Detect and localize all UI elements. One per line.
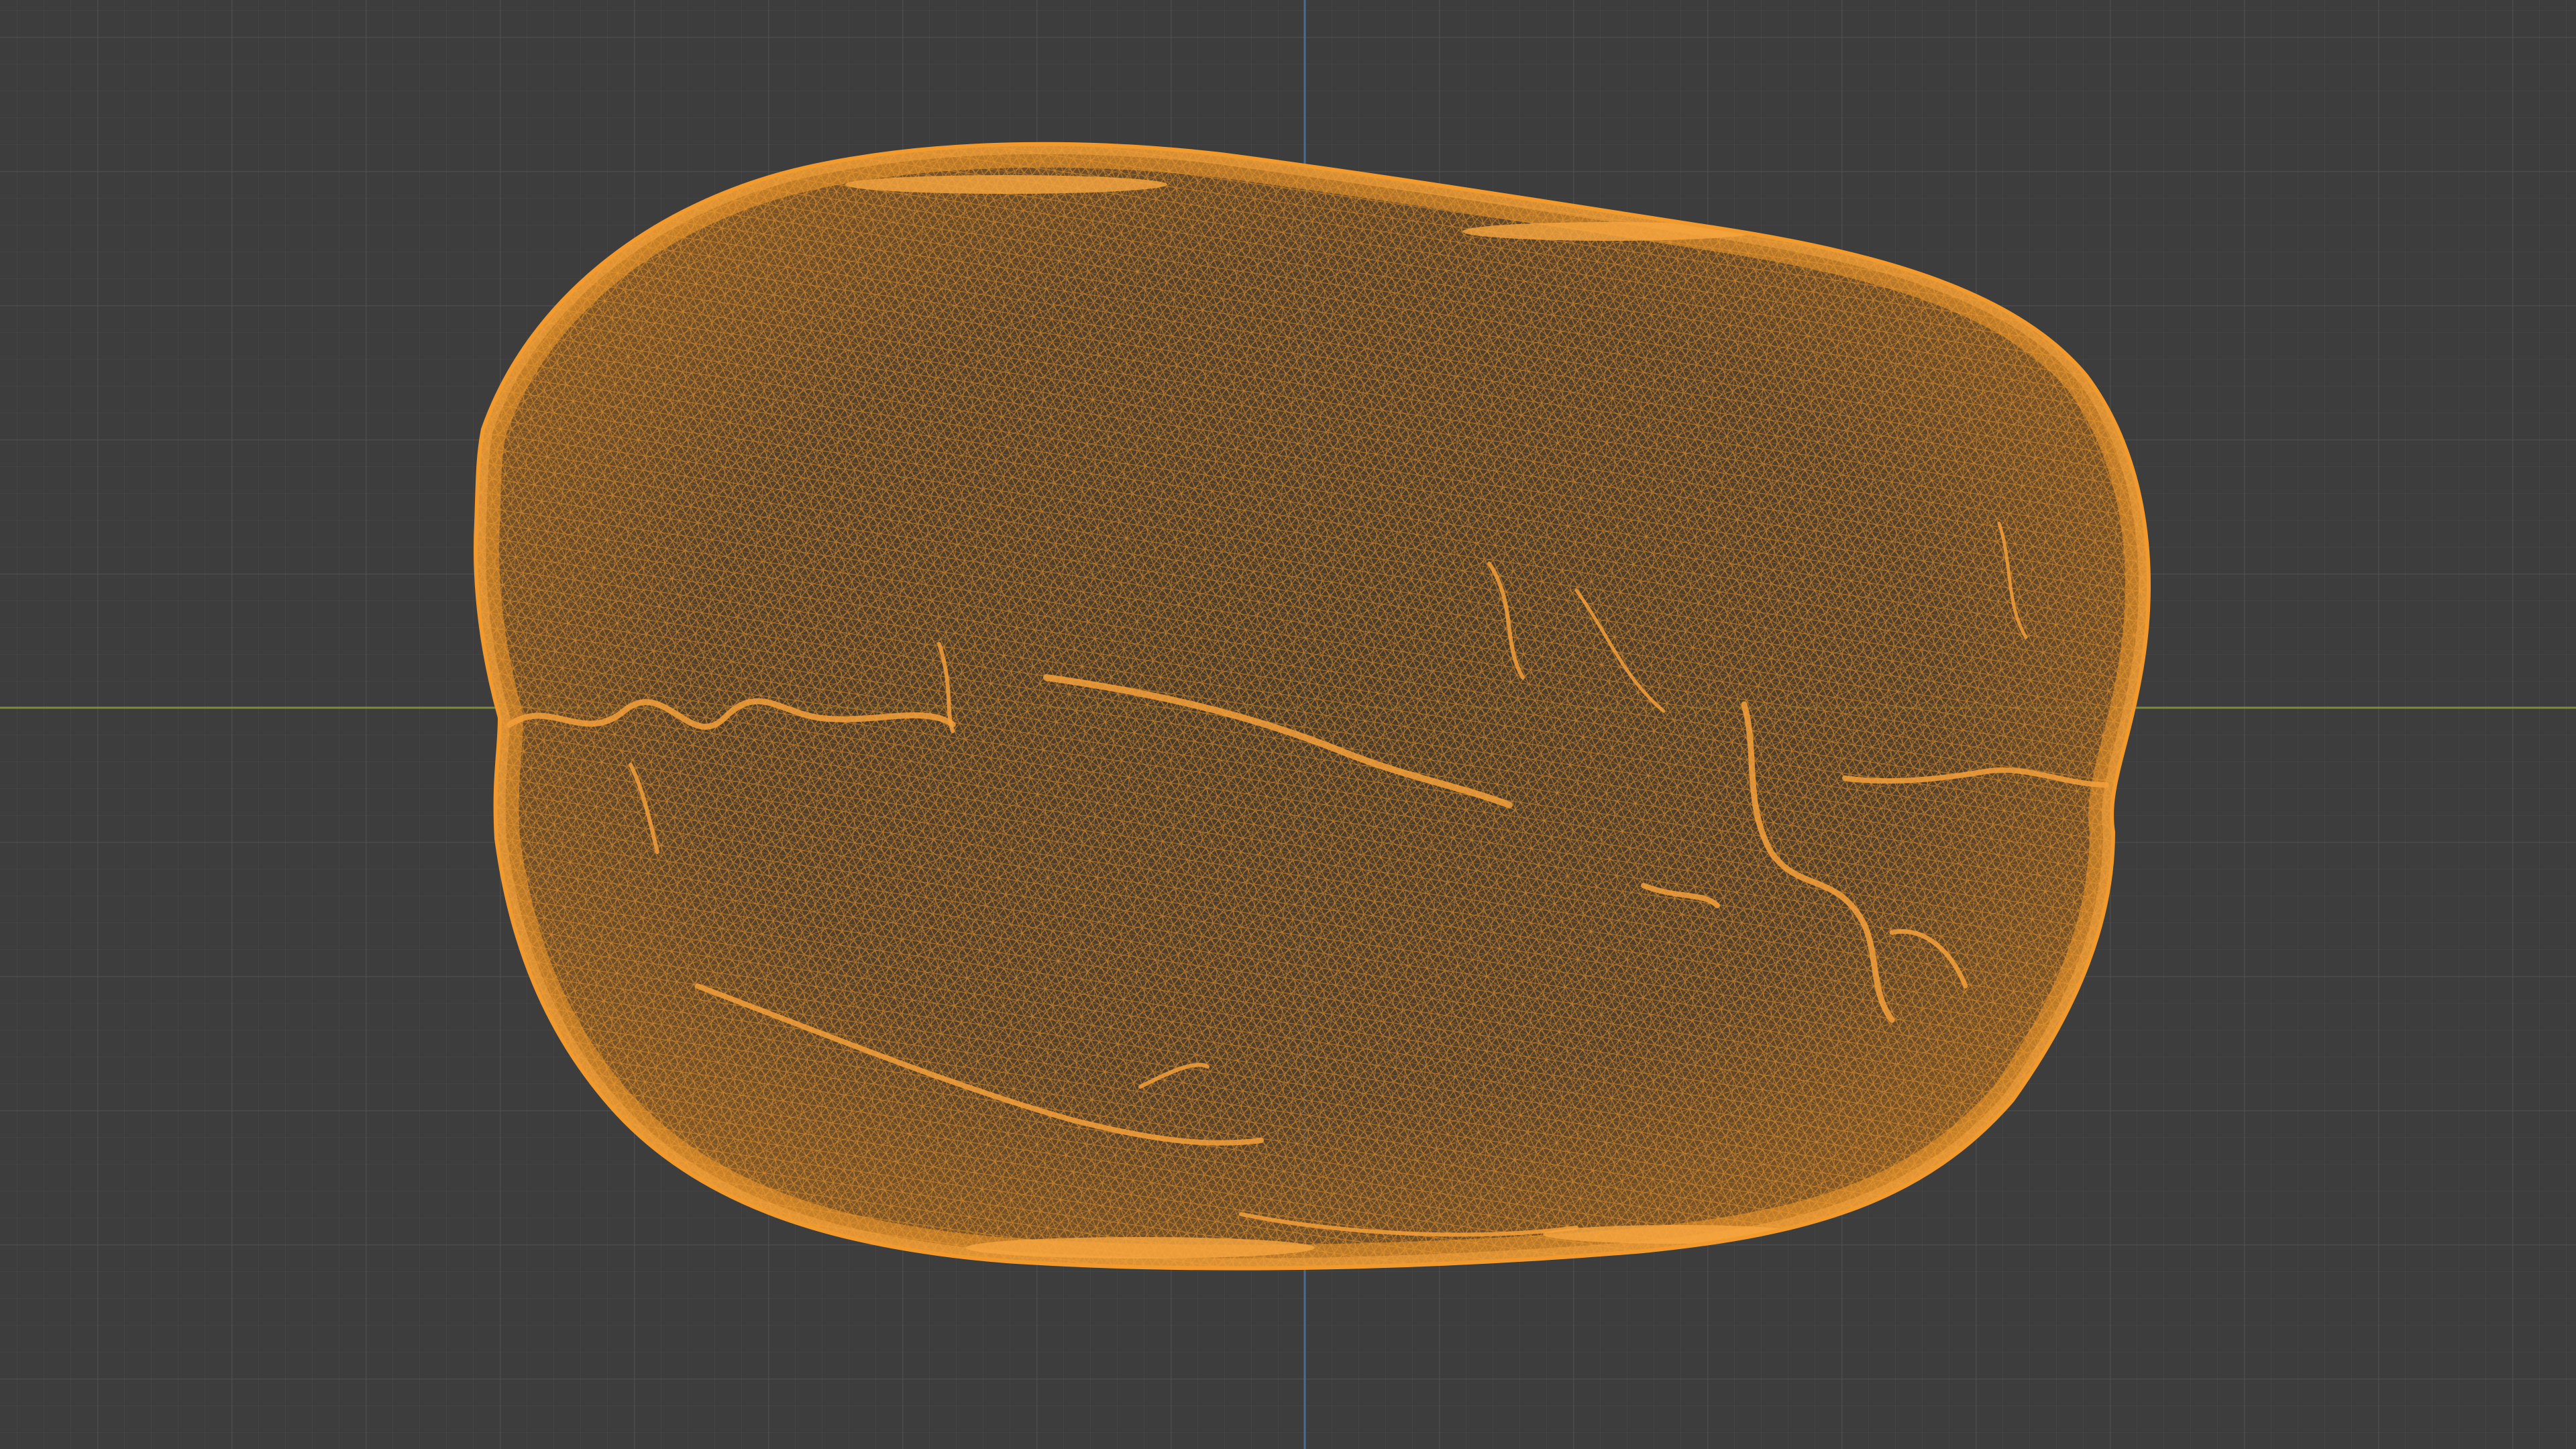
3d-viewport[interactable] (0, 0, 2576, 1449)
mesh-object[interactable] (402, 101, 2214, 1342)
viewport-canvas[interactable] (0, 0, 2576, 1449)
